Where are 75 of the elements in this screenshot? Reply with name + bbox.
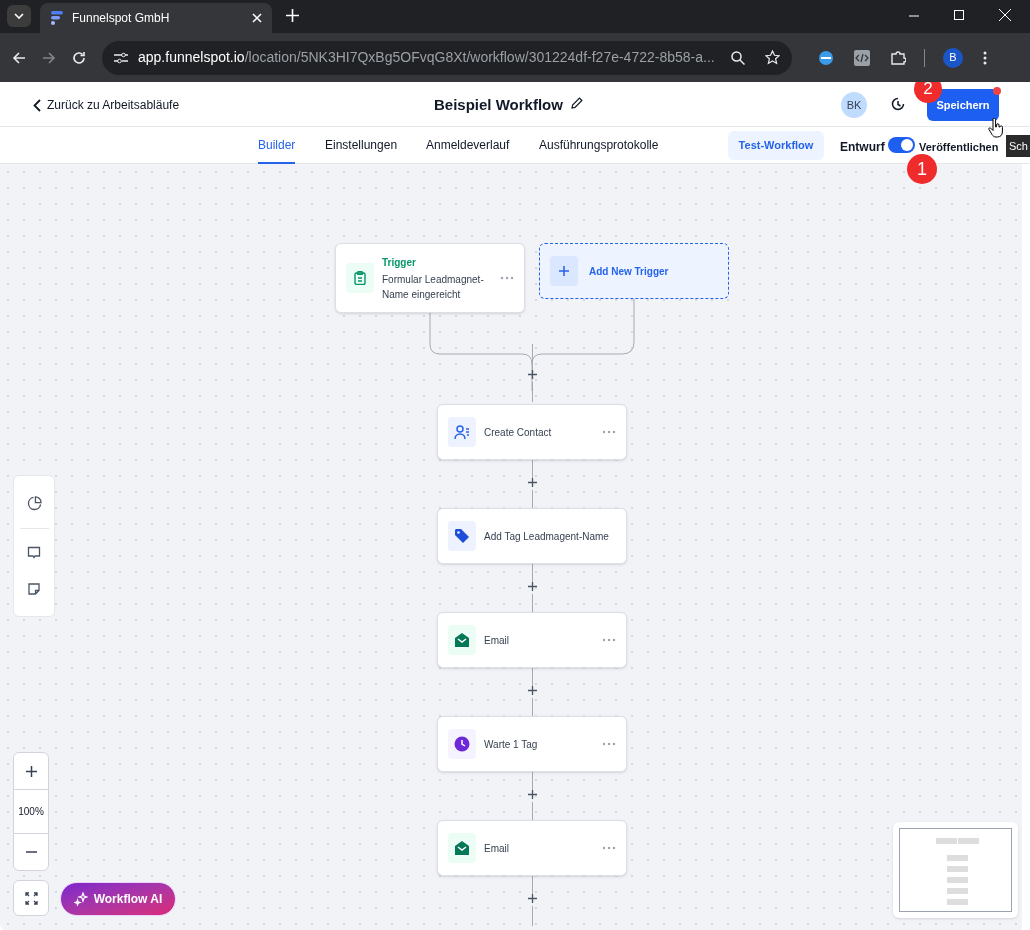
clock-icon <box>454 736 470 752</box>
add-step-icon[interactable] <box>528 582 537 591</box>
tab-list-button[interactable] <box>7 5 31 27</box>
action-node[interactable]: Email <box>437 820 627 876</box>
fit-view-button[interactable] <box>13 880 49 916</box>
trigger-description: Formular Leadmagnet-Name eingereicht <box>382 272 485 302</box>
code-extension-icon[interactable] <box>854 49 870 66</box>
trigger-label: Trigger <box>382 255 417 270</box>
close-icon[interactable] <box>999 9 1011 21</box>
workflow-title: Beispiel Workflow <box>434 95 563 115</box>
maximize-icon[interactable] <box>954 10 964 20</box>
history-icon[interactable] <box>891 97 905 111</box>
hand-cursor-icon <box>988 118 1004 138</box>
kebab-menu-icon[interactable] <box>983 50 987 65</box>
pencil-icon[interactable] <box>571 97 583 109</box>
workflow-ai-button[interactable]: Workflow AI <box>60 882 176 916</box>
chevron-down-icon <box>14 13 24 19</box>
add-step-icon[interactable] <box>528 894 537 903</box>
publish-toggle[interactable] <box>888 137 915 153</box>
back-link[interactable]: Zurück zu Arbeitsabläufe <box>33 96 180 114</box>
site-settings-icon <box>114 51 128 64</box>
tab[interactable]: Anmeldeverlauf <box>426 127 510 164</box>
extension-icon[interactable] <box>818 49 834 66</box>
envelope-icon <box>454 840 470 856</box>
add-step-icon[interactable] <box>528 790 537 799</box>
publish-label: Veröffentlichen <box>919 140 999 155</box>
draft-label: Entwurf <box>840 139 885 156</box>
pie-chart-icon[interactable] <box>26 496 42 511</box>
action-label: Create Contact <box>484 425 553 440</box>
star-icon[interactable] <box>765 50 780 65</box>
puzzle-icon[interactable] <box>890 49 906 66</box>
tooltip: Sch <box>1006 135 1030 157</box>
browser-tab[interactable]: Funnelspot GmbH <box>40 3 272 33</box>
address-bar[interactable]: app.funnelspot.io/location/5NK3HI7QxBg5OFvqG8Xt/workflow/301224df-f27e-4722-8b58-a... <box>102 40 792 75</box>
add-step-icon[interactable] <box>528 686 537 695</box>
add-trigger-button[interactable]: Add New Trigger <box>539 243 729 299</box>
chevron-left-icon <box>33 98 41 112</box>
zoom-level: 100% <box>14 790 48 834</box>
tab[interactable]: Ausführungsprotokolle <box>539 127 659 164</box>
tab[interactable]: Einstellungen <box>325 127 398 164</box>
url-text: app.funnelspot.io/location/5NK3HI7QxBg5OFvqG8Xt/workflow/301224df-f27e-4722-8b58-a... <box>138 48 716 67</box>
comment-icon[interactable] <box>27 546 41 560</box>
forward-arrow-icon[interactable] <box>42 50 56 65</box>
add-step-icon[interactable] <box>528 370 537 379</box>
user-avatar[interactable]: BK <box>841 92 867 118</box>
add-step-icon[interactable] <box>528 478 537 487</box>
action-label: Warte 1 Tag <box>484 737 539 752</box>
step-badge: 1 <box>907 154 937 184</box>
sparkle-icon <box>73 892 88 906</box>
plus-icon <box>550 256 578 286</box>
envelope-icon <box>454 632 470 648</box>
minus-icon <box>25 851 37 853</box>
test-workflow-button[interactable]: Test-Workflow <box>728 131 824 160</box>
reload-icon[interactable] <box>72 50 86 65</box>
plus-icon <box>25 765 37 777</box>
action-node[interactable]: Warte 1 Tag <box>437 716 627 772</box>
action-label: Email <box>484 841 510 856</box>
new-tab-icon[interactable] <box>286 9 299 22</box>
tag-icon <box>454 528 470 544</box>
action-node[interactable]: Create Contact <box>437 404 627 460</box>
action-label: Add Tag Leadmagent-Name <box>484 529 609 544</box>
clipboard-icon <box>354 271 366 285</box>
sticky-note-icon[interactable] <box>28 583 40 595</box>
user-list-icon <box>453 423 471 441</box>
expand-icon <box>24 891 38 905</box>
close-icon[interactable] <box>252 13 262 23</box>
profile-avatar[interactable]: B <box>943 47 963 68</box>
tab-title: Funnelspot GmbH <box>72 10 171 27</box>
action-node[interactable]: Add Tag Leadmagent-Name <box>437 508 627 564</box>
back-arrow-icon[interactable] <box>12 50 26 65</box>
action-label: Email <box>484 633 510 648</box>
zoom-icon[interactable] <box>731 50 745 65</box>
action-node[interactable]: Email <box>437 612 627 668</box>
funnel-logo-icon <box>50 10 64 26</box>
trigger-node[interactable]: Trigger Formular Leadmagnet-Name eingereicht <box>335 243 525 313</box>
